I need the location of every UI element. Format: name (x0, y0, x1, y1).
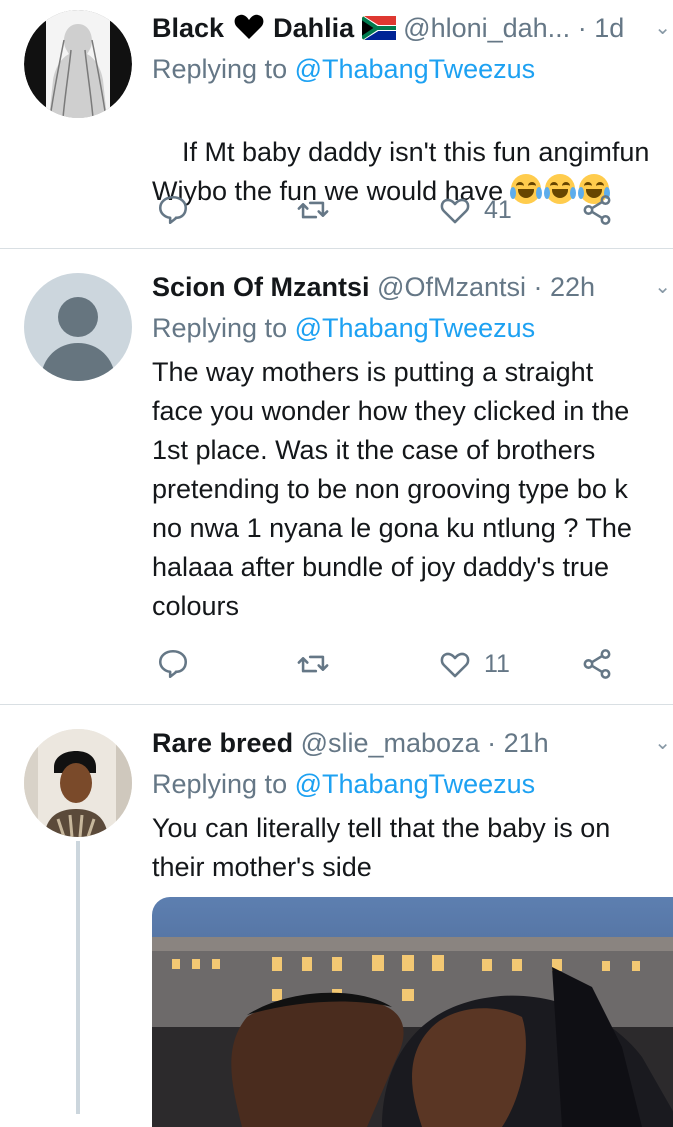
reply-icon (158, 649, 188, 679)
like-count: 11 (484, 649, 510, 678)
display-name[interactable]: Black (152, 13, 224, 43)
heart-icon (440, 652, 470, 678)
heart-icon (440, 198, 470, 224)
retweet-icon (297, 201, 329, 219)
display-name-suffix[interactable]: Dahlia (273, 13, 354, 43)
reply-button[interactable] (156, 644, 190, 684)
share-button[interactable] (580, 190, 614, 230)
tweet-text: The way mothers is putting a straight fa… (152, 357, 632, 621)
tweet-1[interactable]: Black Dahlia @hloni_dah... · 1d ⌄ Replyi… (0, 0, 673, 248)
timestamp[interactable]: 22h (550, 272, 595, 302)
avatar[interactable] (24, 10, 132, 118)
share-icon (583, 195, 611, 225)
retweet-icon (297, 655, 329, 673)
mention-link[interactable]: @ThabangTweezus (295, 313, 536, 343)
black-heart-emoji (234, 14, 263, 39)
separator-dot: · (533, 272, 543, 302)
separator-dot: · (487, 728, 497, 758)
tweet-header: Black Dahlia @hloni_dah... · 1d ⌄ (152, 8, 673, 48)
mention-link[interactable]: @ThabangTweezus (295, 54, 536, 84)
tweet-actions: 41 (152, 190, 622, 230)
replying-to-label: Replying to (152, 769, 288, 799)
retweet-button[interactable] (296, 190, 330, 230)
south-africa-flag-icon (361, 16, 396, 40)
avatar[interactable] (24, 729, 132, 837)
tweet-3[interactable]: Rare breed @slie_maboza · 21h ⌄ Replying… (0, 705, 673, 1127)
display-name[interactable]: Scion Of Mzantsi (152, 272, 370, 302)
handle[interactable]: @OfMzantsi (377, 272, 526, 302)
thread-line (76, 841, 80, 1114)
like-button[interactable]: 41 (438, 190, 512, 230)
timestamp[interactable]: 1d (594, 13, 624, 43)
replying-to: Replying to @ThabangTweezus (152, 50, 535, 88)
tweet-2[interactable]: Scion Of Mzantsi @OfMzantsi · 22h ⌄ Repl… (0, 249, 673, 704)
replying-to: Replying to @ThabangTweezus (152, 765, 535, 803)
tweet-actions: 11 (152, 644, 622, 684)
handle[interactable]: @hloni_dah... (403, 13, 570, 43)
tweet-header: Rare breed @slie_maboza · 21h ⌄ (152, 723, 673, 763)
display-name[interactable]: Rare breed (152, 728, 293, 758)
share-button[interactable] (580, 644, 614, 684)
like-button[interactable]: 11 (438, 644, 510, 684)
reply-icon (158, 195, 188, 225)
tweet-header: Scion Of Mzantsi @OfMzantsi · 22h ⌄ (152, 267, 673, 307)
separator-dot: · (577, 13, 587, 43)
handle[interactable]: @slie_maboza (301, 728, 480, 758)
tweet-text: You can literally tell that the baby is … (152, 813, 611, 882)
reply-button[interactable] (156, 190, 190, 230)
chevron-down-icon[interactable]: ⌄ (654, 267, 671, 307)
replying-to: Replying to @ThabangTweezus (152, 309, 535, 347)
like-count: 41 (484, 195, 512, 224)
replying-to-label: Replying to (152, 313, 288, 343)
mention-link[interactable]: @ThabangTweezus (295, 769, 536, 799)
avatar[interactable] (24, 273, 132, 381)
chevron-down-icon[interactable]: ⌄ (654, 8, 671, 48)
chevron-down-icon[interactable]: ⌄ (654, 723, 671, 763)
timestamp[interactable]: 21h (504, 728, 549, 758)
tweet-media-image[interactable] (152, 897, 673, 1127)
replying-to-label: Replying to (152, 54, 288, 84)
retweet-button[interactable] (296, 644, 330, 684)
share-icon (583, 649, 611, 679)
